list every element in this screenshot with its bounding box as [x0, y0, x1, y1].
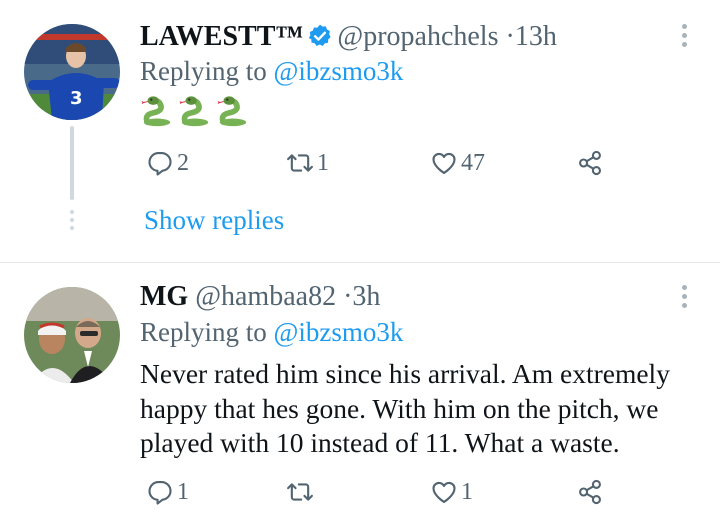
avatar-image: 3: [24, 24, 120, 120]
heart-icon: [432, 152, 456, 174]
retweet-button[interactable]: [286, 475, 317, 509]
retweet-icon: [287, 483, 313, 501]
tweet-1[interactable]: 3 LAWESTT™ @propahchels ·13h Replying to …: [0, 0, 720, 263]
show-replies-link[interactable]: Show replies: [144, 205, 284, 236]
timestamp[interactable]: 3h: [352, 281, 380, 312]
thread-line: [70, 126, 74, 200]
reply-icon: [148, 481, 172, 505]
tweet-header: MG @hambaa82 ·3h: [140, 280, 380, 314]
more-options-icon[interactable]: [682, 285, 688, 312]
avatar[interactable]: [24, 287, 120, 383]
avatar[interactable]: 3: [24, 24, 120, 120]
retweet-button[interactable]: 1: [286, 146, 329, 180]
replying-prefix: Replying to: [140, 56, 267, 86]
display-name[interactable]: MG: [140, 281, 188, 312]
snake-emoji-icon: [217, 96, 247, 127]
like-count: 47: [461, 149, 485, 176]
like-button[interactable]: 47: [430, 146, 485, 180]
display-name[interactable]: LAWESTT™: [140, 21, 303, 52]
reply-count: 1: [177, 478, 189, 505]
share-button[interactable]: [576, 146, 604, 180]
reply-icon: [148, 152, 172, 176]
reply-count: 2: [177, 149, 189, 176]
snake-emoji-icon: [141, 96, 171, 127]
share-icon: [579, 479, 601, 505]
handle[interactable]: @hambaa82: [195, 281, 336, 312]
more-options-icon[interactable]: [682, 24, 688, 51]
timestamp[interactable]: 13h: [515, 21, 557, 52]
replying-to: Replying to @ibzsmo3k: [140, 317, 403, 348]
like-count: 1: [461, 478, 473, 505]
tweet-2[interactable]: MG @hambaa82 ·3h Replying to @ibzsmo3k N…: [0, 263, 720, 522]
avatar-image: [24, 287, 120, 383]
heart-icon: [432, 481, 456, 503]
tweet-header: LAWESTT™ @propahchels ·13h: [140, 20, 557, 54]
verified-badge-icon: [309, 24, 332, 46]
tweet-emojis: [140, 94, 254, 130]
share-button[interactable]: [576, 475, 604, 509]
replying-prefix: Replying to: [140, 317, 267, 347]
retweet-count: 1: [317, 149, 329, 176]
replying-to-link[interactable]: @ibzsmo3k: [274, 56, 404, 86]
like-button[interactable]: 1: [430, 475, 473, 509]
separator: ·: [343, 281, 353, 312]
snake-emoji-icon: [179, 96, 209, 127]
svg-text:3: 3: [70, 88, 83, 109]
retweet-icon: [287, 154, 313, 172]
tweet-actions: 1 1: [140, 475, 620, 509]
separator: ·: [505, 21, 515, 52]
replying-to: Replying to @ibzsmo3k: [140, 56, 403, 87]
handle[interactable]: @propahchels: [337, 21, 498, 52]
thread-dots: [67, 210, 77, 234]
reply-button[interactable]: 1: [146, 475, 189, 509]
replying-to-link[interactable]: @ibzsmo3k: [274, 317, 404, 347]
tweet-text: Never rated him since his arrival. Am ex…: [140, 358, 670, 458]
reply-button[interactable]: 2: [146, 146, 189, 180]
tweet-actions: 2 1 47: [140, 146, 620, 180]
share-icon: [579, 150, 601, 176]
